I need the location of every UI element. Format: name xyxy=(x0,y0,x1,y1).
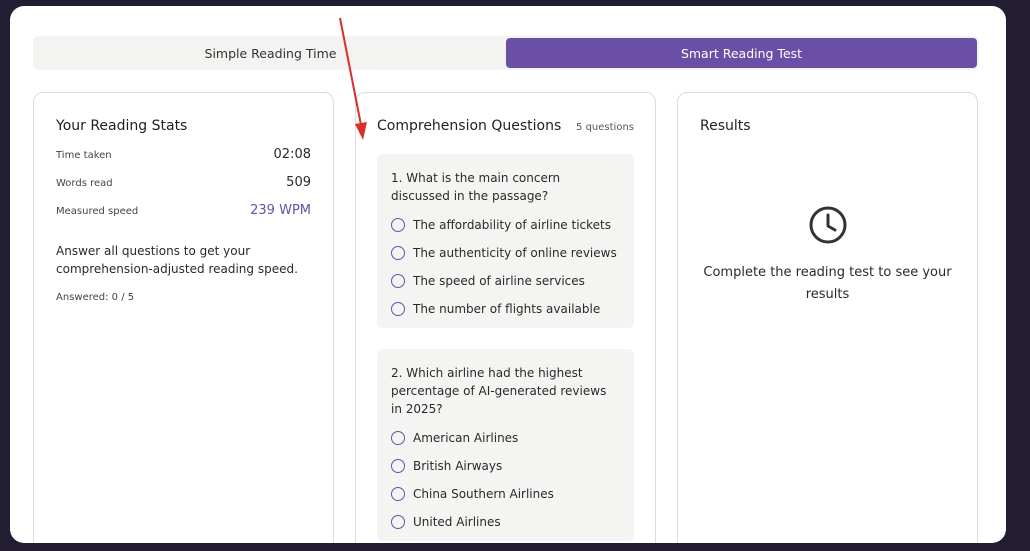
option-label: China Southern Airlines xyxy=(413,487,554,501)
questions-card: Comprehension Questions 5 questions 1. W… xyxy=(355,92,656,543)
questions-header: Comprehension Questions 5 questions xyxy=(377,118,634,134)
option-label: American Airlines xyxy=(413,431,519,445)
stat-words-read: Words read 509 xyxy=(56,175,311,190)
measured-speed-label: Measured speed xyxy=(56,206,139,217)
option-label: The speed of airline services xyxy=(413,274,585,288)
answer-option[interactable]: United Airlines xyxy=(391,513,620,531)
answer-option[interactable]: The number of flights available xyxy=(391,300,620,318)
option-label: British Airways xyxy=(413,459,503,473)
answer-option[interactable]: The affordability of airline tickets xyxy=(391,216,620,234)
answer-option[interactable]: The authenticity of online reviews xyxy=(391,244,620,262)
stats-note: Answer all questions to get your compreh… xyxy=(56,244,298,276)
results-card: Results Complete the reading test to see… xyxy=(677,92,978,543)
clock-icon xyxy=(807,204,849,246)
question-block: 1. What is the main concern discussed in… xyxy=(377,154,634,328)
tab-smart-reading-test[interactable]: Smart Reading Test xyxy=(506,38,977,68)
answer-option[interactable]: The speed of airline services xyxy=(391,272,620,290)
words-read-value: 509 xyxy=(286,175,311,190)
option-label: The affordability of airline tickets xyxy=(413,218,611,232)
radio-button[interactable] xyxy=(391,459,405,473)
mode-tabs: Simple Reading Time Smart Reading Test xyxy=(33,36,979,70)
reading-stats-card: Your Reading Stats Time taken 02:08 Word… xyxy=(33,92,334,543)
words-read-label: Words read xyxy=(56,178,113,189)
question-text: 1. What is the main concern discussed in… xyxy=(391,171,561,203)
reading-stats-title: Your Reading Stats xyxy=(56,118,188,134)
time-taken-label: Time taken xyxy=(56,150,112,161)
radio-button[interactable] xyxy=(391,431,405,445)
radio-button[interactable] xyxy=(391,302,405,316)
radio-button[interactable] xyxy=(391,515,405,529)
option-label: The number of flights available xyxy=(413,302,601,316)
option-label: The authenticity of online reviews xyxy=(413,246,617,260)
questions-count: 5 questions xyxy=(576,122,634,133)
results-placeholder: Complete the reading test to see your re… xyxy=(700,204,955,306)
answer-option[interactable]: American Airlines xyxy=(391,429,620,447)
answer-option[interactable]: British Airways xyxy=(391,457,620,475)
question-block: 2. Which airline had the highest percent… xyxy=(377,349,634,541)
results-message: Complete the reading test to see your re… xyxy=(703,265,952,302)
radio-button[interactable] xyxy=(391,218,405,232)
questions-title: Comprehension Questions xyxy=(377,118,562,134)
answer-option[interactable]: China Southern Airlines xyxy=(391,485,620,503)
time-taken-value: 02:08 xyxy=(273,147,311,162)
answered-count: Answered: 0 / 5 xyxy=(56,292,135,303)
stat-time-taken: Time taken 02:08 xyxy=(56,147,311,162)
results-title: Results xyxy=(700,118,751,134)
app-window: Simple Reading Time Smart Reading Test Y… xyxy=(10,6,1006,543)
question-text: 2. Which airline had the highest percent… xyxy=(391,366,607,416)
measured-speed-value: 239 WPM xyxy=(250,203,311,218)
stat-measured-speed: Measured speed 239 WPM xyxy=(56,203,311,218)
radio-button[interactable] xyxy=(391,487,405,501)
radio-button[interactable] xyxy=(391,274,405,288)
tab-simple-reading-time[interactable]: Simple Reading Time xyxy=(35,38,506,68)
option-label: United Airlines xyxy=(413,515,501,529)
radio-button[interactable] xyxy=(391,246,405,260)
